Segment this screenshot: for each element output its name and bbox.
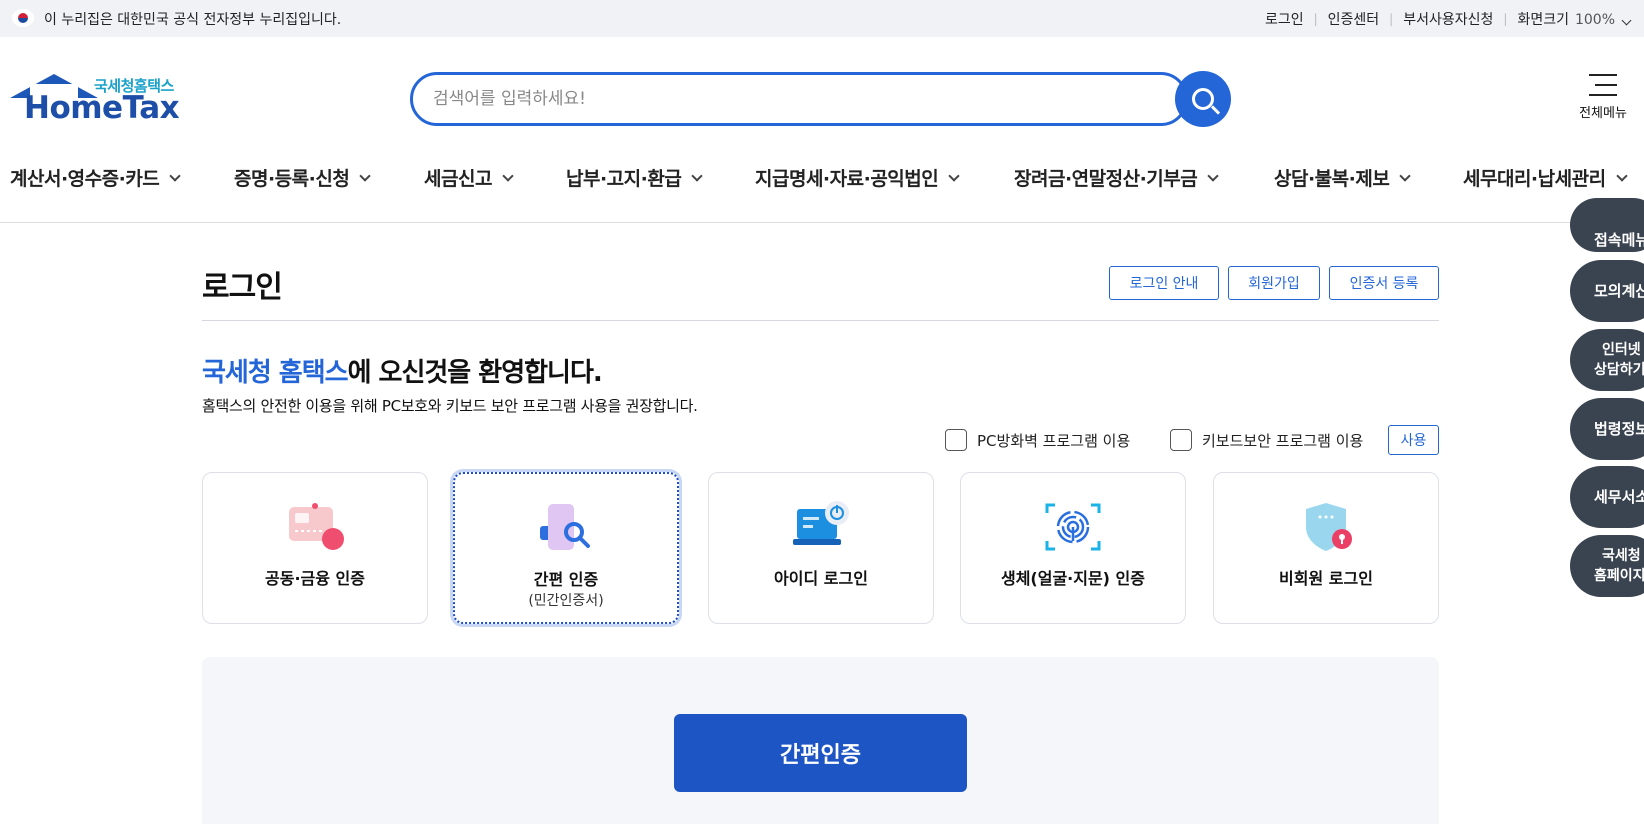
chevron-down-icon bbox=[359, 170, 371, 182]
zoom-value: 100% bbox=[1574, 12, 1615, 28]
simple-auth-submit-button[interactable]: 간편인증 bbox=[674, 714, 967, 792]
login-guide-button[interactable]: 로그인 안내 bbox=[1109, 266, 1219, 300]
utility-links: 로그인 | 인증센터 | 부서사용자신청 | 화면크기 100% bbox=[1265, 9, 1632, 29]
gov-banner: 이 누리집은 대한민국 공식 전자정부 누리집입니다. 로그인 | 인증센터 |… bbox=[0, 0, 1644, 37]
shield-lock-icon bbox=[1306, 503, 1352, 551]
chevron-down-icon bbox=[502, 170, 514, 182]
chevron-down-icon bbox=[1621, 15, 1632, 26]
laptop-power-icon bbox=[793, 501, 849, 545]
chevron-down-icon bbox=[948, 170, 960, 182]
search-input[interactable] bbox=[433, 85, 1113, 113]
quick-menu-nts-home[interactable]: 국세청 홈페이지 bbox=[1570, 535, 1644, 597]
method-simple-auth[interactable]: 간편 인증 (민간인증서) bbox=[453, 472, 679, 624]
util-cert-center-link[interactable]: 인증센터 bbox=[1328, 9, 1380, 29]
chevron-down-icon bbox=[1207, 170, 1219, 182]
method-guest-login[interactable]: 비회원 로그인 bbox=[1213, 472, 1439, 624]
zoom-control[interactable]: 화면크기 100% bbox=[1517, 9, 1632, 29]
logo-english: HomeTax bbox=[24, 90, 180, 126]
nav-item-agent[interactable]: 세무대리·납세관리 bbox=[1463, 164, 1628, 191]
keyboard-security-option[interactable]: 키보드보안 프로그램 이용 bbox=[1170, 429, 1363, 451]
quick-menu-recent[interactable]: 접속메뉴 bbox=[1570, 198, 1644, 252]
nav-item-consult[interactable]: 상담·불복·제보 bbox=[1274, 164, 1411, 191]
certificate-card-icon bbox=[289, 503, 344, 550]
register-cert-button[interactable]: 인증서 등록 bbox=[1329, 266, 1439, 300]
quick-menu-tax-office[interactable]: 세무서소개 bbox=[1570, 466, 1644, 528]
util-login-link[interactable]: 로그인 bbox=[1265, 9, 1304, 29]
method-id-login[interactable]: 아이디 로그인 bbox=[708, 472, 934, 624]
hamburger-icon bbox=[1589, 74, 1617, 96]
chevron-down-icon bbox=[691, 170, 703, 182]
page-title: 로그인 bbox=[202, 270, 283, 305]
firewall-option[interactable]: PC방화벽 프로그램 이용 bbox=[945, 429, 1130, 451]
all-menu-button[interactable]: 전체메뉴 bbox=[1570, 70, 1636, 130]
use-button[interactable]: 사용 bbox=[1388, 425, 1439, 455]
gov-banner-text: 이 누리집은 대한민국 공식 전자정부 누리집입니다. bbox=[44, 12, 342, 28]
quick-menu-law-info[interactable]: 법령정보 bbox=[1570, 398, 1644, 460]
search-button[interactable] bbox=[1175, 71, 1231, 127]
chevron-down-icon bbox=[1615, 170, 1628, 182]
signup-button[interactable]: 회원가입 bbox=[1228, 266, 1320, 300]
welcome-heading: 국세청 홈택스에 오신것을 환영합니다. bbox=[202, 358, 603, 388]
welcome-subtext: 홈택스의 안전한 이용을 위해 PC보호와 키보드 보안 프로그램 사용을 권장… bbox=[202, 397, 698, 415]
nav-item-statement[interactable]: 지급명세·자료·공익법인 bbox=[755, 164, 960, 191]
korea-flag-icon bbox=[12, 9, 34, 27]
util-dept-user-link[interactable]: 부서사용자신청 bbox=[1403, 9, 1493, 29]
search-icon bbox=[1192, 88, 1214, 110]
nav-item-invoice[interactable]: 계산서·영수증·카드 bbox=[10, 164, 181, 191]
fingerprint-icon bbox=[1045, 503, 1101, 551]
firewall-checkbox[interactable] bbox=[945, 429, 967, 451]
quick-menu-calculator[interactable]: 모의계산 bbox=[1570, 260, 1644, 322]
nav-item-incentive[interactable]: 장려금·연말정산·기부금 bbox=[1014, 164, 1219, 191]
phone-search-icon bbox=[540, 504, 590, 550]
search-box bbox=[410, 72, 1188, 126]
main-nav: 계산서·영수증·카드 증명·등록·신청 세금신고 납부·고지·환급 지급명세·자… bbox=[0, 158, 1644, 223]
chevron-down-icon bbox=[169, 170, 181, 182]
method-biometric[interactable]: 생체(얼굴·지문) 인증 bbox=[960, 472, 1186, 624]
method-joint-cert[interactable]: 공동·금융 인증 bbox=[202, 472, 428, 624]
zoom-label: 화면크기 bbox=[1517, 12, 1569, 28]
nav-item-certificate[interactable]: 증명·등록·신청 bbox=[234, 164, 371, 191]
nav-item-payment[interactable]: 납부·고지·환급 bbox=[566, 164, 703, 191]
nav-item-tax-report[interactable]: 세금신고 bbox=[424, 164, 514, 191]
all-menu-label: 전체메뉴 bbox=[1579, 106, 1627, 121]
chevron-down-icon bbox=[1399, 170, 1411, 182]
hometax-logo[interactable]: 국세청홈택스 HomeTax bbox=[10, 72, 180, 128]
title-divider bbox=[202, 320, 1439, 321]
keyboard-security-checkbox[interactable] bbox=[1170, 429, 1192, 451]
quick-menu-online-consult[interactable]: 인터넷 상담하기 bbox=[1570, 329, 1644, 391]
